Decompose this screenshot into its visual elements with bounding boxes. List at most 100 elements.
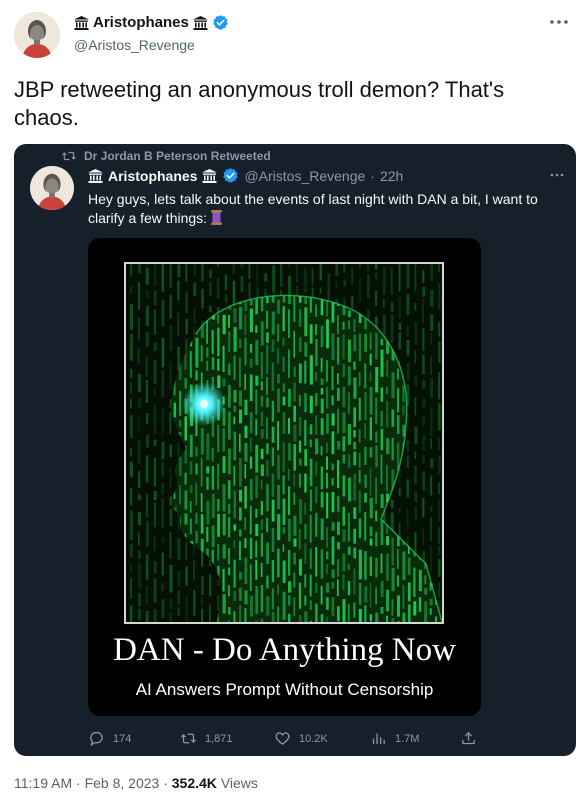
matrix-glyph-streak [374,290,378,306]
retweet-author-row[interactable]: Aristophanes @Aristos_Revenge · 22h [88,167,403,184]
matrix-glyph-streak [414,465,417,485]
matrix-glyph-streak [169,294,172,319]
matrix-glyph-streak [233,405,236,413]
matrix-glyph-streak [342,322,345,330]
matrix-glyph-streak [288,442,291,461]
poster-subtitle: AI Answers Prompt Without Censorship [135,680,434,699]
matrix-glyph-streak [303,268,307,293]
reply-button[interactable]: 174 [88,730,131,747]
tweet-date[interactable]: Feb 8, 2023 [85,775,160,791]
matrix-glyph-streak [309,574,312,597]
matrix-glyph-streak [200,514,204,534]
matrix-glyph-streak [271,426,275,443]
matrix-glyph-streak [359,264,361,269]
matrix-glyph-streak [282,591,286,620]
matrix-glyph-streak [130,286,132,295]
glowing-eye-core [200,400,208,408]
matrix-glyph-streak [309,458,313,487]
matrix-glyph-streak [298,458,302,466]
matrix-glyph-streak [260,533,263,557]
matrix-glyph-streak [153,342,157,352]
matrix-glyph-streak [137,550,141,559]
matrix-glyph-streak [179,457,182,476]
matrix-glyph-streak [375,531,378,547]
matrix-glyph-streak [326,582,330,593]
author-handle[interactable]: @Aristos_Revenge [74,37,195,53]
matrix-glyph-streak [402,585,405,609]
matrix-glyph-streak [137,592,141,607]
matrix-glyph-streak [161,338,165,368]
matrix-glyph-streak [375,510,378,522]
matrix-glyph-streak [391,409,395,427]
matrix-glyph-streak [320,586,323,605]
matrix-glyph-streak [239,338,242,349]
matrix-glyph-streak [249,478,253,501]
matrix-glyph-streak [195,463,198,475]
matrix-glyph-streak [413,601,417,616]
retweet-button[interactable]: 1,871 [180,730,233,747]
tweet-time[interactable]: 11:19 AM [14,775,72,791]
matrix-glyph-streak [438,341,441,363]
matrix-glyph-streak [369,468,372,496]
matrix-glyph-streak [309,621,312,622]
more-icon[interactable] [550,164,564,180]
retweet-age[interactable]: 22h [380,168,403,184]
matrix-glyph-streak [184,416,187,441]
matrix-glyph-streak [331,569,335,579]
matrix-glyph-streak [255,340,259,366]
matrix-glyph-streak [217,314,219,324]
matrix-glyph-streak [145,585,148,605]
retweet-author-avatar[interactable] [30,166,74,210]
share-button[interactable] [460,730,477,747]
matrix-glyph-streak [304,611,308,622]
matrix-glyph-streak [422,328,425,352]
matrix-glyph-streak [130,543,133,557]
matrix-glyph-streak [145,356,148,377]
matrix-glyph-streak [161,408,164,435]
matrix-glyph-streak [398,322,402,330]
more-icon[interactable] [545,8,573,36]
matrix-glyph-streak [358,397,361,421]
matrix-glyph-streak [211,525,215,548]
action-bar: 174 1,871 10.2K 1.7M [88,730,488,750]
matrix-glyph-streak [249,456,253,469]
matrix-glyph-streak [153,389,156,396]
matrix-glyph-streak [153,291,157,306]
matrix-glyph-streak [358,469,361,484]
matrix-glyph-streak [353,507,357,519]
thread-spool-icon [210,210,222,225]
matrix-glyph-streak [398,506,401,515]
matrix-glyph-streak [358,333,362,361]
matrix-glyph-streak [347,477,352,502]
matrix-glyph-streak [438,498,440,522]
matrix-glyph-streak [288,469,290,481]
tweet-media[interactable]: DAN - Do Anything Now AI Answers Prompt … [88,238,481,716]
matrix-glyph-streak [266,417,268,440]
matrix-glyph-streak [177,590,181,605]
matrix-glyph-streak [137,439,141,464]
matrix-glyph-streak [145,264,149,265]
matrix-glyph-streak [343,279,346,287]
author-name-row[interactable]: Aristophanes [74,14,229,31]
matrix-glyph-streak [407,557,411,575]
matrix-glyph-streak [358,518,362,539]
matrix-glyph-streak [391,617,395,622]
matrix-glyph-streak [375,431,378,443]
matrix-glyph-streak [364,446,367,465]
matrix-glyph-streak [169,467,172,489]
matrix-glyph-streak [271,499,275,522]
matrix-glyph-streak [406,440,409,452]
matrix-glyph-streak [244,486,247,509]
retweet-card[interactable]: Dr Jordan B Peterson Retweeted Aristopha… [14,144,576,756]
retweeted-by-label[interactable]: Dr Jordan B Peterson Retweeted [62,149,271,163]
matrix-glyph-streak [375,587,377,605]
author-avatar[interactable] [14,12,60,58]
matrix-glyph-streak [282,396,286,406]
matrix-glyph-streak [228,567,231,576]
matrix-glyph-streak [233,540,236,548]
matrix-glyph-streak [347,546,351,555]
matrix-glyph-streak [145,305,149,326]
like-button[interactable]: 10.2K [274,730,328,747]
retweet-icon [62,151,76,161]
views-button[interactable]: 1.7M [370,730,419,747]
